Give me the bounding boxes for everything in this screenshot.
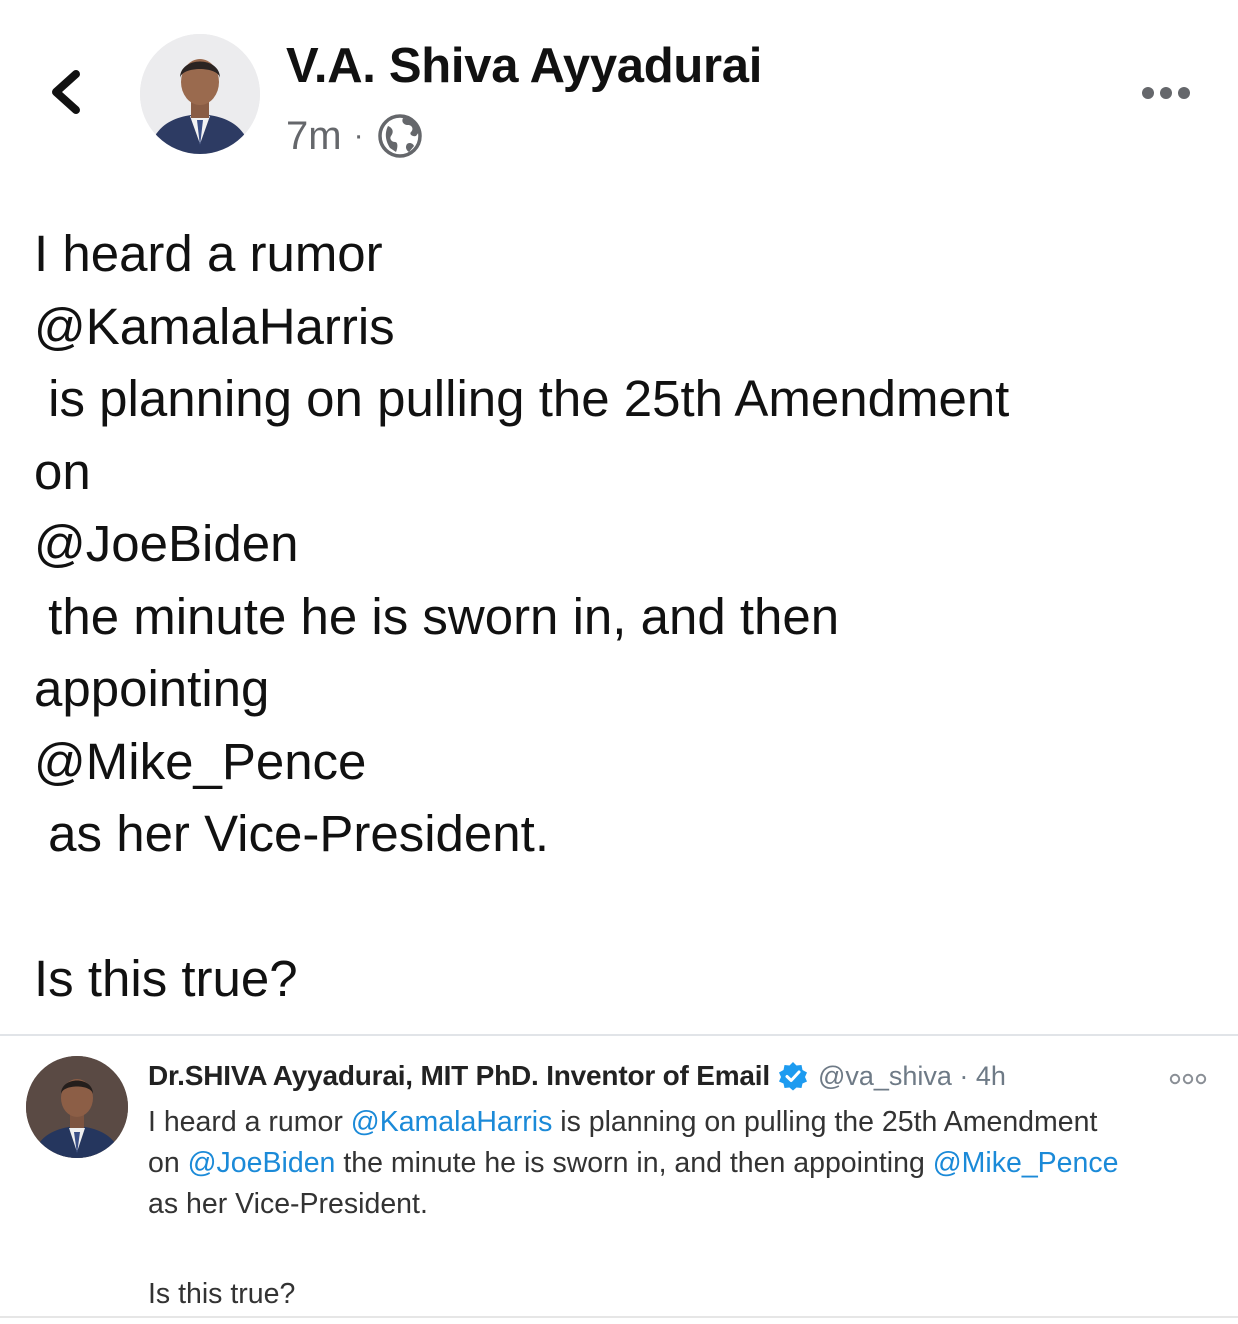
- avatar-photo: [140, 34, 260, 154]
- more-horizontal-icon[interactable]: [1168, 1072, 1208, 1086]
- mention-link[interactable]: @Mike_Pence: [933, 1147, 1119, 1179]
- tweet-text: is planning on pulling the 25th Amendmen…: [552, 1106, 1098, 1138]
- more-options-button[interactable]: [1138, 78, 1194, 108]
- post-text: I heard a rumor @KamalaHarris is planning…: [34, 218, 1214, 1016]
- embedded-tweet[interactable]: Dr.SHIVA Ayyadurai, MIT PhD. Inventor of…: [0, 1036, 1238, 1310]
- post-meta: 7m ·: [286, 112, 424, 160]
- mention-link[interactable]: @JoeBiden: [188, 1147, 336, 1179]
- tweet-line: as her Vice-President.: [148, 1188, 428, 1220]
- post-line: I heard a rumor: [34, 225, 383, 282]
- avatar-photo: [26, 1056, 128, 1158]
- post-timestamp[interactable]: 7m: [286, 114, 342, 159]
- globe-icon: [377, 114, 422, 158]
- bottom-divider: [0, 1316, 1238, 1318]
- tweet-text: I heard a rumor: [148, 1106, 351, 1138]
- tweet-line: on @JoeBiden the minute he is sworn in, …: [148, 1143, 1218, 1184]
- post-line: ​: [34, 871, 1214, 944]
- post-line: as her Vice-President.: [34, 805, 549, 862]
- tweet-author-avatar[interactable]: [26, 1056, 128, 1158]
- post-line: @KamalaHarris: [34, 297, 395, 355]
- post-line: the minute he is sworn in, and then: [34, 587, 840, 645]
- tweet-line: I heard a rumor @KamalaHarris is plannin…: [148, 1102, 1218, 1143]
- post-line: appointing: [34, 660, 270, 717]
- post-line: @JoeBiden: [34, 515, 299, 572]
- tweet-text: the minute he is sworn in, and then appo…: [335, 1147, 933, 1179]
- tweet-handle-time[interactable]: @va_shiva · 4h: [818, 1061, 1006, 1092]
- tweet-header: Dr.SHIVA Ayyadurai, MIT PhD. Inventor of…: [148, 1060, 1006, 1092]
- chevron-left-icon: [52, 70, 80, 114]
- author-avatar[interactable]: [140, 34, 260, 154]
- post-line: @Mike_Pence: [34, 732, 367, 790]
- mention-link[interactable]: @KamalaHarris: [351, 1106, 553, 1138]
- tweet-line: ​: [148, 1225, 1218, 1266]
- post-line: is planning on pulling the 25th Amendmen…: [34, 370, 1010, 427]
- tweet-body: I heard a rumor @KamalaHarris is plannin…: [148, 1102, 1218, 1315]
- tweet-text: on: [148, 1147, 188, 1179]
- post-line: on: [34, 442, 91, 500]
- meta-separator: ·: [353, 119, 364, 152]
- verified-badge-icon: [778, 1062, 807, 1091]
- author-name[interactable]: V.A. Shiva Ayyadurai: [286, 38, 762, 94]
- post-line: Is this true?: [34, 950, 298, 1007]
- more-horizontal-icon: [1142, 87, 1190, 99]
- tweet-line: Is this true?: [148, 1278, 296, 1310]
- back-button[interactable]: [44, 64, 94, 120]
- tweet-display-name[interactable]: Dr.SHIVA Ayyadurai, MIT PhD. Inventor of…: [148, 1060, 770, 1092]
